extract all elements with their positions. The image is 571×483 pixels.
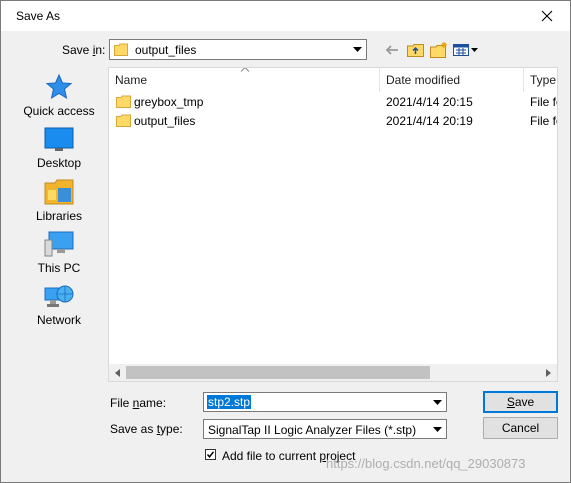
scroll-right-button[interactable] <box>540 364 557 381</box>
place-libraries[interactable]: Libraries <box>15 178 103 223</box>
folder-icon <box>116 114 131 127</box>
back-button[interactable] <box>383 41 401 59</box>
scroll-left-button[interactable] <box>109 364 126 381</box>
close-button[interactable] <box>524 1 570 31</box>
save-in-label: Save in: <box>62 43 106 57</box>
up-folder-button[interactable] <box>405 41 425 59</box>
chevron-right-icon <box>546 368 551 377</box>
add-file-checkbox[interactable] <box>205 449 216 460</box>
view-menu-icon <box>453 44 478 56</box>
chevron-left-icon <box>115 368 120 377</box>
column-separator[interactable] <box>379 68 380 92</box>
save-in-value: output_files <box>135 43 197 57</box>
file-row-greybox-tmp[interactable]: greybox_tmp 2021/4/14 20:15 File fo <box>109 93 557 112</box>
save-as-type-select[interactable]: SignalTap II Logic Analyzer Files (*.stp… <box>203 419 447 439</box>
place-this-pc[interactable]: This PC <box>15 230 103 275</box>
close-icon <box>541 10 553 22</box>
cancel-button[interactable]: Cancel <box>483 417 558 439</box>
place-label: This PC <box>37 261 81 275</box>
libraries-icon <box>44 179 74 205</box>
chevron-down-icon <box>433 399 442 405</box>
window-title: Save As <box>16 9 61 23</box>
save-as-type-label: Save as type: <box>110 422 183 436</box>
save-in-combo[interactable]: output_files <box>109 39 367 60</box>
file-date: 2021/4/14 20:19 <box>386 114 473 128</box>
scrollbar-thumb[interactable] <box>126 366 430 379</box>
folder-icon <box>116 95 131 108</box>
chevron-down-icon <box>433 426 442 432</box>
place-label: Libraries <box>35 209 83 223</box>
view-menu-button[interactable] <box>453 41 479 59</box>
file-row-output-files[interactable]: output_files 2021/4/14 20:19 File fo <box>109 112 557 131</box>
file-name: greybox_tmp <box>134 95 204 109</box>
save-button[interactable]: Save <box>483 391 558 413</box>
file-name-dropdown-button[interactable] <box>429 393 446 411</box>
this-pc-icon <box>44 231 74 257</box>
place-network[interactable]: Network <box>15 282 103 327</box>
column-header-name[interactable]: Name <box>115 68 385 92</box>
title-bar: Save As <box>1 1 570 31</box>
new-folder-button[interactable] <box>429 41 449 59</box>
horizontal-scrollbar[interactable] <box>109 364 557 381</box>
place-desktop[interactable]: Desktop <box>15 127 103 170</box>
file-name-field[interactable]: stp2.stp <box>203 392 447 412</box>
file-list[interactable]: Name Date modified Type greybox_tmp 2021… <box>108 67 558 382</box>
column-header-type[interactable]: Type <box>530 68 557 92</box>
save-as-type-dropdown-button[interactable] <box>429 420 446 438</box>
watermark-text: https://blog.csdn.net/qq_29030873 <box>326 456 526 471</box>
network-icon <box>44 285 74 307</box>
place-label: Network <box>36 313 81 327</box>
file-name-value[interactable]: stp2.stp <box>207 395 252 409</box>
checkmark-icon <box>206 451 215 458</box>
new-folder-icon <box>430 42 447 58</box>
place-label: Quick access <box>23 104 95 118</box>
place-quick-access[interactable]: Quick access <box>15 73 103 118</box>
file-type: File fo <box>530 114 557 128</box>
quick-access-star-icon <box>45 73 73 100</box>
save-as-type-value: SignalTap II Logic Analyzer Files (*.stp… <box>208 423 417 437</box>
folder-icon <box>114 43 128 56</box>
column-separator[interactable] <box>523 68 524 92</box>
up-folder-icon <box>406 44 424 57</box>
back-arrow-icon <box>385 45 398 55</box>
desktop-icon <box>44 127 74 151</box>
chevron-down-icon <box>353 47 362 52</box>
file-name: output_files <box>134 114 196 128</box>
place-label: Desktop <box>36 156 82 170</box>
file-type: File fo <box>530 95 557 109</box>
save-in-dropdown-button[interactable] <box>349 40 366 59</box>
column-header-date[interactable]: Date modified <box>386 68 526 92</box>
file-date: 2021/4/14 20:15 <box>386 95 473 109</box>
file-name-label: File name: <box>110 396 167 410</box>
save-as-dialog: Save As Save in: output_files Quick acce… <box>0 0 571 483</box>
